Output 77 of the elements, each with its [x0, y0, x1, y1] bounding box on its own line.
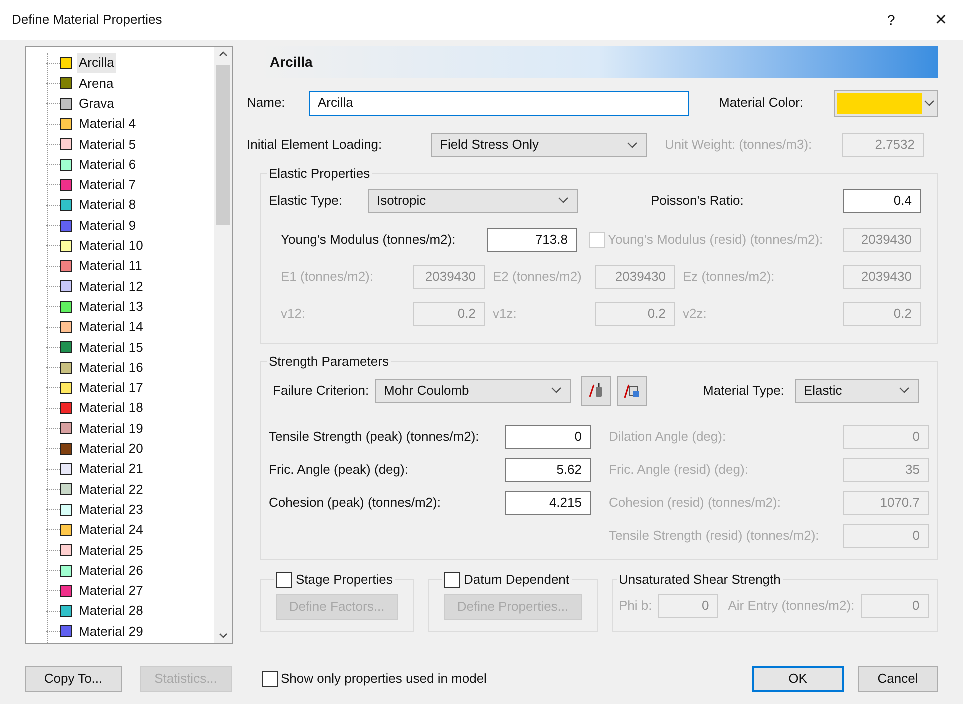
checkbox-label: Datum Dependent: [464, 571, 570, 589]
material-item[interactable]: Material 10: [77, 236, 146, 256]
field-label: Cohesion (resid) (tonnes/m2):: [609, 494, 781, 512]
material-item[interactable]: Arena: [77, 74, 116, 94]
material-heading: Arcilla: [270, 52, 313, 72]
field-label: Ez (tonnes/m2):: [682, 268, 776, 286]
field-label: v12:: [281, 304, 307, 323]
material-item[interactable]: Material 19: [77, 418, 146, 438]
material-item[interactable]: Material 5: [77, 134, 138, 154]
material-item[interactable]: Material 12: [77, 276, 146, 296]
field-label: Elastic Type:: [269, 192, 344, 210]
material-item[interactable]: Material 8: [77, 195, 138, 215]
field-label: Dilation Angle (deg):: [609, 428, 726, 446]
window-title: Define Material Properties: [12, 11, 162, 30]
help-button[interactable]: ?: [888, 10, 896, 30]
field-label: Young's Modulus (tonnes/m2):: [281, 230, 457, 249]
material-item[interactable]: Material 9: [77, 216, 138, 236]
material-item[interactable]: Material 21: [77, 459, 146, 479]
field-label: Phi b:: [619, 596, 652, 615]
close-button[interactable]: ×: [935, 10, 947, 30]
material-item[interactable]: Material 23: [77, 500, 146, 520]
material-item[interactable]: Material 4: [77, 114, 138, 134]
material-item[interactable]: Material 11: [77, 256, 144, 276]
number-field[interactable]: 4.215: [505, 490, 591, 514]
name-field[interactable]: Arcilla: [309, 90, 689, 116]
field-label: E2 (tonnes/m2): [492, 268, 583, 286]
group-title: Strength Parameters: [269, 353, 389, 371]
dropdown[interactable]: Isotropic: [368, 188, 578, 212]
material-item[interactable]: Material 20: [77, 439, 146, 459]
field-label: Material Color:: [719, 94, 804, 112]
field-label: Tensile Strength (peak) (tonnes/m2):: [269, 428, 480, 446]
field-label: E1 (tonnes/m2):: [281, 268, 374, 286]
material-item[interactable]: Material 6: [77, 154, 138, 174]
group-title: Elastic Properties: [269, 165, 370, 183]
field-label: Unit Weight: (tonnes/m3):: [665, 136, 812, 154]
field-label: Fric. Angle (peak) (deg):: [269, 460, 410, 479]
material-item[interactable]: Material 25: [77, 540, 146, 560]
material-item[interactable]: Material 28: [77, 601, 146, 621]
number-field[interactable]: 5.62: [505, 458, 591, 482]
material-item[interactable]: Material 29: [77, 622, 146, 642]
field-label: Initial Element Loading:: [247, 136, 384, 154]
field-label: Tensile Strength (resid) (tonnes/m2):: [609, 526, 820, 545]
field-label: Material Type:: [703, 382, 786, 400]
dropdown[interactable]: Mohr Coulomb: [375, 378, 571, 402]
field-label: Name:: [247, 94, 286, 112]
material-item[interactable]: Material 22: [77, 480, 146, 500]
checkbox-label: Stage Properties: [296, 571, 393, 589]
material-item[interactable]: Material 7: [77, 175, 138, 195]
field-label: v2z:: [682, 304, 708, 323]
dropdown[interactable]: Field Stress Only: [431, 133, 647, 157]
number-field[interactable]: 0.4: [843, 188, 921, 212]
material-item[interactable]: Material 26: [77, 560, 146, 580]
material-item[interactable]: Material 15: [77, 338, 146, 358]
material-item[interactable]: Arcilla: [77, 53, 116, 73]
field-label: Failure Criterion:: [272, 382, 370, 400]
material-item[interactable]: Material 24: [77, 520, 146, 540]
field-label: Air Entry (tonnes/m2):: [728, 596, 855, 615]
material-item[interactable]: Material 27: [77, 581, 146, 601]
dialog-button[interactable]: Copy To...: [25, 666, 122, 692]
field-label: Poisson's Ratio:: [651, 192, 744, 210]
number-field[interactable]: 0: [505, 424, 591, 448]
checkbox-label: Show only properties used in model: [281, 670, 487, 688]
field-label: Fric. Angle (resid) (deg):: [609, 460, 748, 479]
material-item[interactable]: Material 18: [77, 398, 146, 418]
material-item[interactable]: Material 13: [77, 296, 146, 316]
material-item[interactable]: Material 16: [77, 358, 146, 378]
field-label: v1z:: [492, 304, 518, 323]
material-item[interactable]: Material 17: [77, 378, 146, 398]
material-item[interactable]: Grava: [77, 94, 116, 114]
group-title: Unsaturated Shear Strength: [619, 571, 781, 589]
field-label: Cohesion (peak) (tonnes/m2):: [269, 494, 442, 512]
field-label: Young's Modulus (resid) (tonnes/m2):: [608, 230, 824, 249]
material-item[interactable]: Material 14: [77, 317, 146, 337]
dialog-button[interactable]: OK: [752, 666, 844, 692]
dropdown[interactable]: Elastic: [795, 378, 919, 402]
number-field[interactable]: 713.8: [487, 228, 577, 252]
dialog-button[interactable]: Cancel: [858, 666, 938, 692]
